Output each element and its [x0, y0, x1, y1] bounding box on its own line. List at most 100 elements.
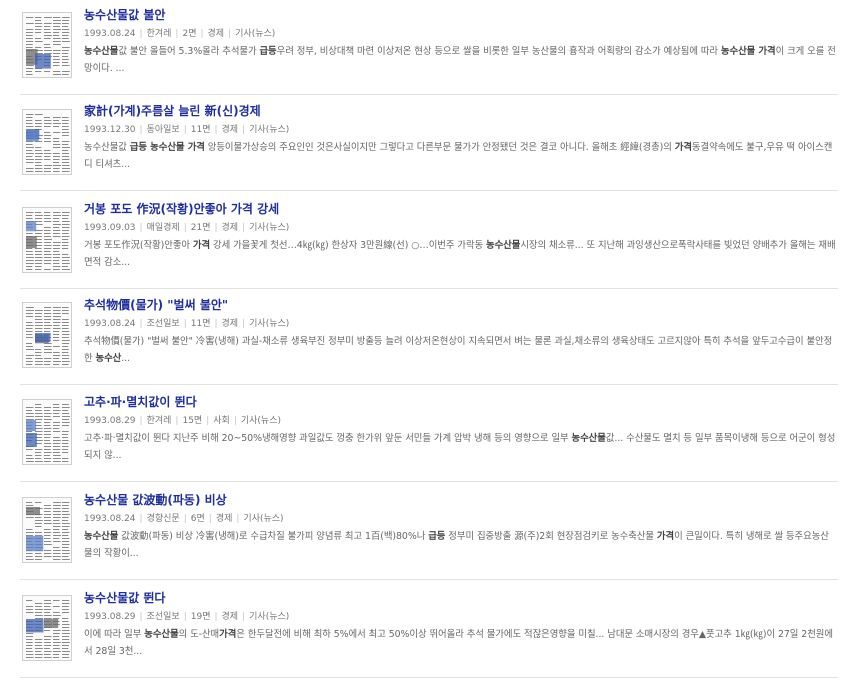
- article-thumbnail[interactable]: [22, 399, 72, 465]
- result-item: 농수산물 값波動(파동) 비상 1993.08.24 | 경향신문 | 6면 | 경제 | 기사(…: [20, 492, 838, 580]
- article-title-link[interactable]: 家計(가계)주름살 늘린 新(신)경제: [84, 103, 261, 119]
- newspaper-page-icon: [26, 212, 70, 270]
- article-snippet: 고추·파·멸치값이 뛴다 지난주 비해 20~50%냉해영향 과일값도 껑충 한…: [84, 430, 836, 464]
- page-number: 15면: [182, 416, 203, 426]
- meta-separator: |: [139, 612, 143, 622]
- newspaper-page-icon: [26, 404, 70, 462]
- highlighted-keyword: 농수산물: [84, 531, 119, 542]
- article-meta: 1993.08.24 | 한겨레 | 2면 | 경제 | 기사(뉴스): [84, 28, 275, 40]
- highlighted-keyword: 농수산물: [144, 629, 179, 640]
- meta-separator: |: [214, 125, 218, 135]
- meta-separator: |: [139, 125, 143, 135]
- meta-separator: |: [200, 29, 204, 39]
- meta-separator: |: [183, 612, 187, 622]
- newspaper-page-icon: [26, 17, 70, 75]
- article-type: 기사(뉴스): [243, 514, 284, 524]
- page-number: 2면: [182, 29, 197, 39]
- page-number: 11면: [190, 125, 211, 135]
- search-results-list: 농수산물값 불안 1993.08.24 | 한겨레 | 2면 | 경제 | 기사(뉴스) 농수산물값…: [0, 0, 850, 688]
- article-meta: 1993.08.24 | 경향신문 | 6면 | 경제 | 기사(뉴스): [84, 513, 284, 525]
- meta-separator: |: [236, 514, 240, 524]
- highlighted-keyword: 농수산물: [571, 433, 606, 444]
- snippet-text: 고추·파·멸치값이 뛴다 지난주 비해 20~50%냉해영향 과일값도 껑충 한…: [84, 433, 572, 444]
- meta-separator: |: [139, 514, 143, 524]
- meta-separator: |: [139, 29, 143, 39]
- newspaper-page-icon: [26, 600, 70, 658]
- article-snippet: 추석物價(물가) "벌써 불안" 冷害(냉해) 과실-채소류 생육부진 정부미 …: [84, 333, 836, 367]
- newspaper-name: 한겨레: [146, 29, 172, 39]
- section-label: 경제: [207, 29, 225, 39]
- meta-separator: |: [183, 319, 187, 329]
- article-meta: 1993.08.29 | 조선일보 | 19면 | 경제 | 기사(뉴스): [84, 611, 289, 623]
- article-date: 1993.08.24: [84, 29, 136, 39]
- article-title-link[interactable]: 농수산물 값波動(파동) 비상: [84, 492, 227, 508]
- article-title-link[interactable]: 추석物價(물가) "벌써 불안": [84, 297, 228, 313]
- highlighted-keyword: 농수산물: [84, 46, 119, 57]
- article-date: 1993.08.29: [84, 416, 136, 426]
- article-title-link[interactable]: 농수산물값 뛴다: [84, 590, 165, 606]
- article-thumbnail[interactable]: [22, 207, 72, 273]
- article-meta: 1993.08.24 | 조선일보 | 11면 | 경제 | 기사(뉴스): [84, 318, 289, 330]
- newspaper-page-icon: [26, 502, 70, 560]
- snippet-text: ...: [121, 353, 131, 364]
- result-item: 추석物價(물가) "벌써 불안" 1993.08.24 | 조선일보 | 11면 | 경제 | 기…: [20, 297, 838, 385]
- article-thumbnail[interactable]: [22, 109, 72, 175]
- meta-separator: |: [175, 416, 179, 426]
- article-meta: 1993.08.29 | 한겨레 | 15면 | 사회 | 기사(뉴스): [84, 415, 281, 427]
- meta-separator: |: [214, 612, 218, 622]
- highlighted-keyword: 농수산: [95, 353, 122, 364]
- article-title-link[interactable]: 거봉 포도 作況(작황)안좋아 가격 강세: [84, 201, 279, 217]
- highlighted-keyword: 급등: [428, 531, 446, 542]
- newspaper-name: 한겨레: [146, 416, 172, 426]
- result-item: 고추·파·멸치값이 뛴다 1993.08.29 | 한겨레 | 15면 | 사회 | 기사(뉴스)…: [20, 394, 838, 482]
- snippet-text: 거봉 포도作況(작황)안좋아: [84, 240, 193, 251]
- highlighted-keyword: 가격: [656, 531, 675, 542]
- section-label: 경제: [221, 319, 239, 329]
- meta-separator: |: [139, 223, 143, 233]
- section-label: 경제: [221, 612, 239, 622]
- article-type: 기사(뉴스): [249, 319, 290, 329]
- article-snippet: 이에 따라 일부 농수산물의 도-산매가격은 한두달전에 비해 최하 5%에서 …: [84, 626, 836, 660]
- page-number: 6면: [190, 514, 205, 524]
- result-item: 家計(가계)주름살 늘린 新(신)경제 1993.12.30 | 동아일보 | 11면 | 경…: [20, 103, 838, 191]
- highlighted-keyword: 가격: [192, 240, 211, 251]
- article-thumbnail[interactable]: [22, 595, 72, 661]
- meta-separator: |: [206, 416, 210, 426]
- snippet-text: 우려 정부, 비상대책 마련 이상저온 현상 등으로 쌀을 비롯한 일부 농산물…: [276, 46, 721, 57]
- article-thumbnail[interactable]: [22, 497, 72, 563]
- snippet-text: 값波動(파동) 비상 冷害(냉해)로 수급차질 불가피 양념류 최고 1百(백)…: [118, 531, 429, 542]
- article-thumbnail[interactable]: [22, 12, 72, 78]
- article-meta: 1993.09.03 | 매일경제 | 21면 | 경제 | 기사(뉴스): [84, 222, 289, 234]
- result-item: 거봉 포도 作況(작황)안좋아 가격 강세 1993.09.03 | 매일경제 | 21면…: [20, 201, 838, 289]
- article-date: 1993.08.24: [84, 319, 136, 329]
- highlighted-keyword: 가격: [674, 142, 692, 153]
- meta-separator: |: [228, 29, 232, 39]
- highlighted-keyword: 급등: [259, 46, 277, 57]
- article-snippet: 거봉 포도作況(작황)안좋아 가격 강세 가을꽃게 첫선…4㎏(㎏) 한상자 3…: [84, 237, 836, 271]
- snippet-text: 정부미 집중방출 源(주)2회 현장점검키로 농수축산물: [445, 531, 657, 542]
- newspaper-name: 동아일보: [146, 125, 180, 135]
- article-title-link[interactable]: 농수산물값 불안: [84, 7, 165, 23]
- highlighted-keyword: 농수산물: [486, 240, 521, 251]
- section-label: 경제: [221, 125, 239, 135]
- meta-separator: |: [242, 223, 246, 233]
- newspaper-name: 조선일보: [146, 319, 180, 329]
- article-date: 1993.09.03: [84, 223, 136, 233]
- article-snippet: 농수산물 값波動(파동) 비상 冷害(냉해)로 수급차질 불가피 양념류 최고 …: [84, 528, 836, 562]
- article-snippet: 농수산물값 불안 올들어 5.3%올라 추석물가 급등우려 정부, 비상대책 마…: [84, 43, 836, 77]
- article-type: 기사(뉴스): [235, 29, 276, 39]
- article-type: 기사(뉴스): [240, 416, 282, 426]
- section-label: 경제: [221, 223, 239, 233]
- highlighted-keyword: 농수산물 가격: [720, 46, 776, 57]
- article-thumbnail[interactable]: [22, 302, 72, 368]
- snippet-text: 앙등이물가상승의 주요인인 것은사실이지만 그렇다고 다른부문 물가가 안정됐던…: [204, 142, 675, 153]
- section-label: 경제: [215, 514, 233, 524]
- article-type: 기사(뉴스): [249, 125, 290, 135]
- article-type: 기사(뉴스): [249, 612, 290, 622]
- newspaper-page-icon: [26, 114, 70, 172]
- article-meta: 1993.12.30 | 동아일보 | 11면 | 경제 | 기사(뉴스): [84, 124, 289, 136]
- article-title-link[interactable]: 고추·파·멸치값이 뛴다: [84, 394, 197, 410]
- meta-separator: |: [242, 125, 246, 135]
- meta-separator: |: [242, 319, 246, 329]
- snippet-text: 농수산물값: [84, 142, 130, 153]
